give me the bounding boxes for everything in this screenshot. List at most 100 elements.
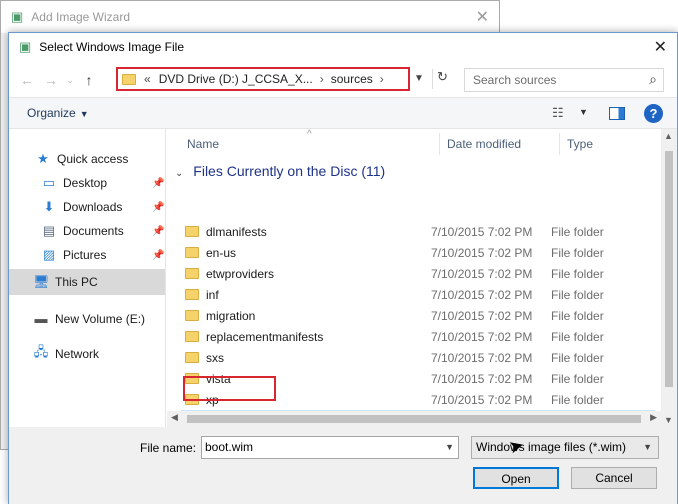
file-row[interactable]: migration 7/10/2015 7:02 PM File folder <box>181 305 655 326</box>
file-date-cell: 7/10/2015 7:02 PM <box>431 245 533 260</box>
file-type-cell: File folder <box>551 308 604 323</box>
file-date-cell: 7/10/2015 7:02 PM <box>431 371 533 386</box>
downloads-icon: ⬇ <box>43 199 55 214</box>
help-icon[interactable]: ? <box>644 104 663 123</box>
file-name-text: dlmanifests <box>206 224 267 239</box>
column-label: Type <box>567 137 594 151</box>
organize-button[interactable]: Organize ▼ <box>27 106 89 120</box>
file-type-select[interactable]: Windows image files (*.wim) ▼ <box>471 436 659 459</box>
address-bar-row: ← → ⌄ ↑ « DVD Drive (D:) J_CCSA_X... › s… <box>9 65 677 95</box>
group-header[interactable]: ⌄ Files Currently on the Disc (11) <box>175 163 385 179</box>
file-type-cell: File folder <box>551 371 604 386</box>
nav-label: Downloads <box>63 200 123 214</box>
network-icon: 🖧 <box>33 344 49 359</box>
preview-pane-icon[interactable] <box>609 107 625 120</box>
scroll-down-icon[interactable]: ▼ <box>664 415 673 425</box>
nav-downloads[interactable]: ⬇ Downloads <box>41 199 123 215</box>
view-options-icon[interactable]: ☷ <box>552 105 564 121</box>
file-date-cell: 7/10/2015 7:02 PM <box>431 350 533 365</box>
breadcrumb-overflow[interactable]: « <box>144 72 151 86</box>
file-name-input[interactable]: boot.wim ▼ <box>201 436 459 459</box>
file-name-cell[interactable]: migration <box>181 309 431 323</box>
pin-icon[interactable]: 📌 <box>152 226 164 237</box>
folder-icon <box>185 289 199 300</box>
background-close-icon[interactable]: ✕ <box>476 7 489 27</box>
file-type-cell: File folder <box>551 245 604 260</box>
view-dropdown-icon[interactable]: ▼ <box>579 107 588 117</box>
chevron-down-icon[interactable]: ▼ <box>643 437 652 458</box>
annotation-highlight-box <box>183 376 276 401</box>
scroll-thumb[interactable] <box>665 151 673 387</box>
scroll-left-icon[interactable]: ◀ <box>171 412 178 423</box>
nav-pictures[interactable]: ▨ Pictures <box>41 247 107 263</box>
file-name-cell[interactable]: inf <box>181 288 431 302</box>
column-header-type[interactable]: Type <box>567 129 593 159</box>
file-name-label: File name: <box>140 441 197 455</box>
nav-quick-access[interactable]: ★ Quick access <box>35 151 128 167</box>
file-row[interactable]: replacementmanifests 7/10/2015 7:02 PM Fil… <box>181 326 655 347</box>
up-arrow-icon[interactable]: ↑ <box>77 72 101 88</box>
nav-network[interactable]: 🖧 Network <box>33 343 99 365</box>
file-name-cell[interactable]: en-us <box>181 246 431 260</box>
search-icon[interactable]: ⌕ <box>649 71 657 88</box>
file-row[interactable]: etwproviders 7/10/2015 7:02 PM File folder <box>181 263 655 284</box>
file-row[interactable]: dlmanifests 7/10/2015 7:02 PM File folder <box>181 221 655 242</box>
file-name-cell[interactable]: etwproviders <box>181 267 431 281</box>
file-name-text: migration <box>206 308 256 323</box>
breadcrumb-drive[interactable]: DVD Drive (D:) J_CCSA_X... <box>159 72 313 86</box>
chevron-down-icon[interactable]: ▼ <box>445 437 454 458</box>
nav-label: This PC <box>55 275 98 289</box>
file-name-text: etwproviders <box>206 266 275 281</box>
open-button[interactable]: Open <box>473 467 559 489</box>
chevron-down-icon: ▼ <box>79 109 89 119</box>
star-icon: ★ <box>37 151 49 166</box>
breadcrumb-separator-icon[interactable]: › <box>320 72 324 86</box>
file-date-cell: 7/10/2015 7:02 PM <box>431 287 533 302</box>
file-open-dialog: ▣ Select Windows Image File ✕ ← → ⌄ ↑ « … <box>8 32 678 504</box>
search-input[interactable]: Search sources ⌕ <box>464 68 664 92</box>
nav-this-pc[interactable]: 🖥 This PC <box>9 269 165 295</box>
column-divider[interactable] <box>439 133 440 155</box>
horizontal-scrollbar[interactable]: ◀ ▶ <box>167 411 661 427</box>
file-row[interactable]: en-us 7/10/2015 7:02 PM File folder <box>181 242 655 263</box>
nav-label: Pictures <box>63 248 107 262</box>
file-name-cell[interactable]: dlmanifests <box>181 225 431 239</box>
pin-icon[interactable]: 📌 <box>152 250 164 261</box>
back-arrow-icon[interactable]: ← <box>15 72 39 88</box>
file-row[interactable]: sxs 7/10/2015 7:02 PM File folder <box>181 347 655 368</box>
vertical-scrollbar[interactable]: ▲ ▼ <box>661 129 677 429</box>
refresh-icon[interactable]: ↻ <box>432 69 452 89</box>
column-label: Date modified <box>447 137 522 151</box>
column-header-name[interactable]: Name <box>187 129 219 159</box>
file-name-cell[interactable]: replacementmanifests <box>181 330 431 344</box>
address-dropdown-icon[interactable]: ▼ <box>414 73 424 84</box>
folder-icon <box>185 268 199 279</box>
chevron-down-icon[interactable]: ⌄ <box>175 168 183 179</box>
file-name-cell[interactable]: sxs <box>181 351 431 365</box>
column-divider[interactable] <box>559 133 560 155</box>
forward-arrow-icon[interactable]: → <box>39 72 63 88</box>
file-row[interactable]: inf 7/10/2015 7:02 PM File folder <box>181 284 655 305</box>
close-icon[interactable]: ✕ <box>654 37 667 57</box>
pin-icon[interactable]: 📌 <box>152 202 164 213</box>
group-label: Files Currently on the Disc (11) <box>193 163 386 179</box>
address-breadcrumb[interactable]: « DVD Drive (D:) J_CCSA_X... › sources › <box>116 67 410 91</box>
breadcrumb-separator-icon[interactable]: › <box>380 72 384 86</box>
search-placeholder: Search sources <box>473 73 557 87</box>
dialog-app-icon: ▣ <box>19 39 32 54</box>
cancel-button[interactable]: Cancel <box>571 467 657 489</box>
file-type-cell: File folder <box>551 266 604 281</box>
recent-locations-chevron-icon[interactable]: ⌄ <box>63 75 77 86</box>
desktop-icon: ▭ <box>42 175 56 190</box>
pin-icon[interactable]: 📌 <box>152 178 164 189</box>
nav-documents[interactable]: ▤ Documents <box>41 223 124 239</box>
file-name-value: boot.wim <box>205 440 254 454</box>
navigation-pane: ★ Quick access ▭ Desktop 📌 ⬇ Downloads 📌… <box>9 129 166 429</box>
column-header-date[interactable]: Date modified <box>447 129 521 159</box>
breadcrumb-sources[interactable]: sources <box>331 72 373 86</box>
nav-desktop[interactable]: ▭ Desktop <box>41 175 107 191</box>
scroll-right-icon[interactable]: ▶ <box>650 412 657 423</box>
nav-new-volume[interactable]: ▬ New Volume (E:) <box>33 311 146 326</box>
scroll-thumb[interactable] <box>187 415 641 423</box>
scroll-up-icon[interactable]: ▲ <box>664 131 673 141</box>
